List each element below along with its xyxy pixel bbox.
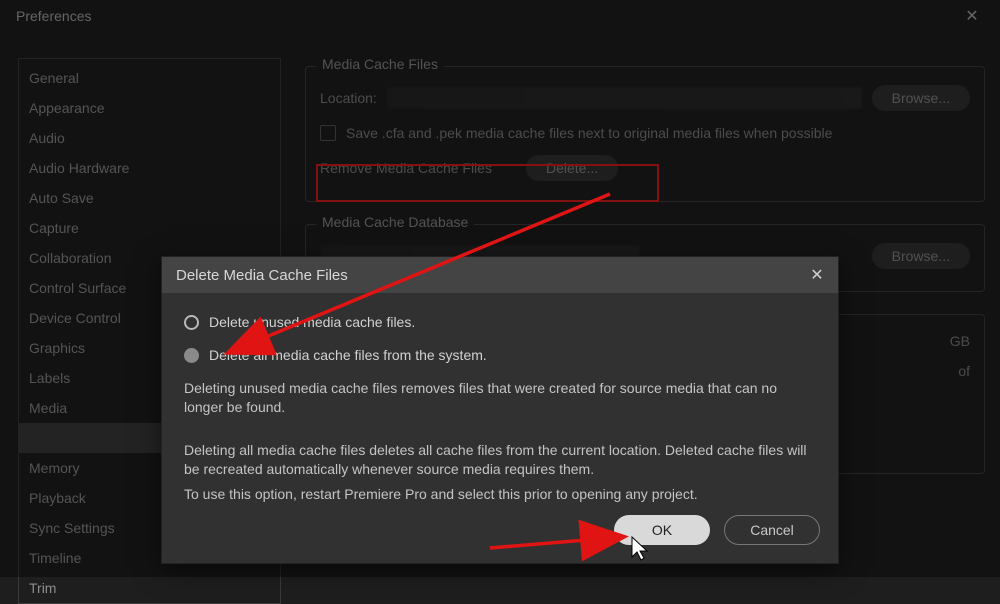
sidebar-item-auto-save[interactable]: Auto Save (19, 183, 280, 213)
dialog-title: Delete Media Cache Files (176, 267, 348, 284)
radio-delete-all[interactable]: Delete all media cache files from the sy… (184, 346, 816, 365)
browse-button[interactable]: Browse... (872, 85, 970, 111)
db-browse-button[interactable]: Browse... (872, 243, 970, 269)
dialog-body: Delete unused media cache files. Delete … (162, 293, 838, 518)
sidebar-item-audio-hardware[interactable]: Audio Hardware (19, 153, 280, 183)
remove-row: Remove Media Cache Files Delete... (320, 155, 970, 181)
save-next-to-row[interactable]: Save .cfa and .pek media cache files nex… (320, 125, 970, 141)
media-cache-files-group: Media Cache Files Location: Browse... Sa… (305, 66, 985, 202)
cancel-label: Cancel (750, 522, 794, 538)
dialog-header: Delete Media Cache Files ✕ (162, 257, 838, 293)
preferences-titlebar: Preferences ✕ (0, 0, 1000, 32)
dialog-actions: OK Cancel (614, 515, 820, 545)
sidebar-item-capture[interactable]: Capture (19, 213, 280, 243)
radio-icon[interactable] (184, 315, 199, 330)
delete-cache-dialog: Delete Media Cache Files ✕ Delete unused… (161, 256, 839, 564)
description-all-1: Deleting all media cache files deletes a… (184, 441, 816, 479)
location-path (387, 87, 862, 109)
sidebar-item-trim[interactable]: Trim (19, 573, 280, 603)
window-title: Preferences (16, 8, 91, 24)
description-unused: Deleting unused media cache files remove… (184, 379, 816, 417)
cancel-button[interactable]: Cancel (724, 515, 820, 545)
ok-button[interactable]: OK (614, 515, 710, 545)
remove-cache-label: Remove Media Cache Files (320, 160, 492, 176)
of-label: of (958, 363, 970, 379)
location-label: Location: (320, 90, 377, 106)
radio-label: Delete all media cache files from the sy… (209, 346, 487, 365)
group-title: Media Cache Database (316, 214, 474, 230)
gb-label: GB (950, 333, 970, 349)
checkbox-label: Save .cfa and .pek media cache files nex… (346, 125, 832, 141)
sidebar-item-appearance[interactable]: Appearance (19, 93, 280, 123)
radio-delete-unused[interactable]: Delete unused media cache files. (184, 313, 816, 332)
delete-cache-button[interactable]: Delete... (526, 155, 618, 181)
ok-label: OK (652, 522, 672, 538)
dialog-close-button[interactable]: ✕ (806, 264, 828, 286)
sidebar-item-audio[interactable]: Audio (19, 123, 280, 153)
window-close-button[interactable]: ✕ (952, 2, 992, 30)
sidebar-item-general[interactable]: General (19, 63, 280, 93)
radio-icon[interactable] (184, 348, 199, 363)
location-row: Location: Browse... (320, 85, 970, 111)
description-all-2: To use this option, restart Premiere Pro… (184, 485, 816, 504)
radio-label: Delete unused media cache files. (209, 313, 415, 332)
group-title: Media Cache Files (316, 56, 444, 72)
checkbox-icon[interactable] (320, 125, 336, 141)
